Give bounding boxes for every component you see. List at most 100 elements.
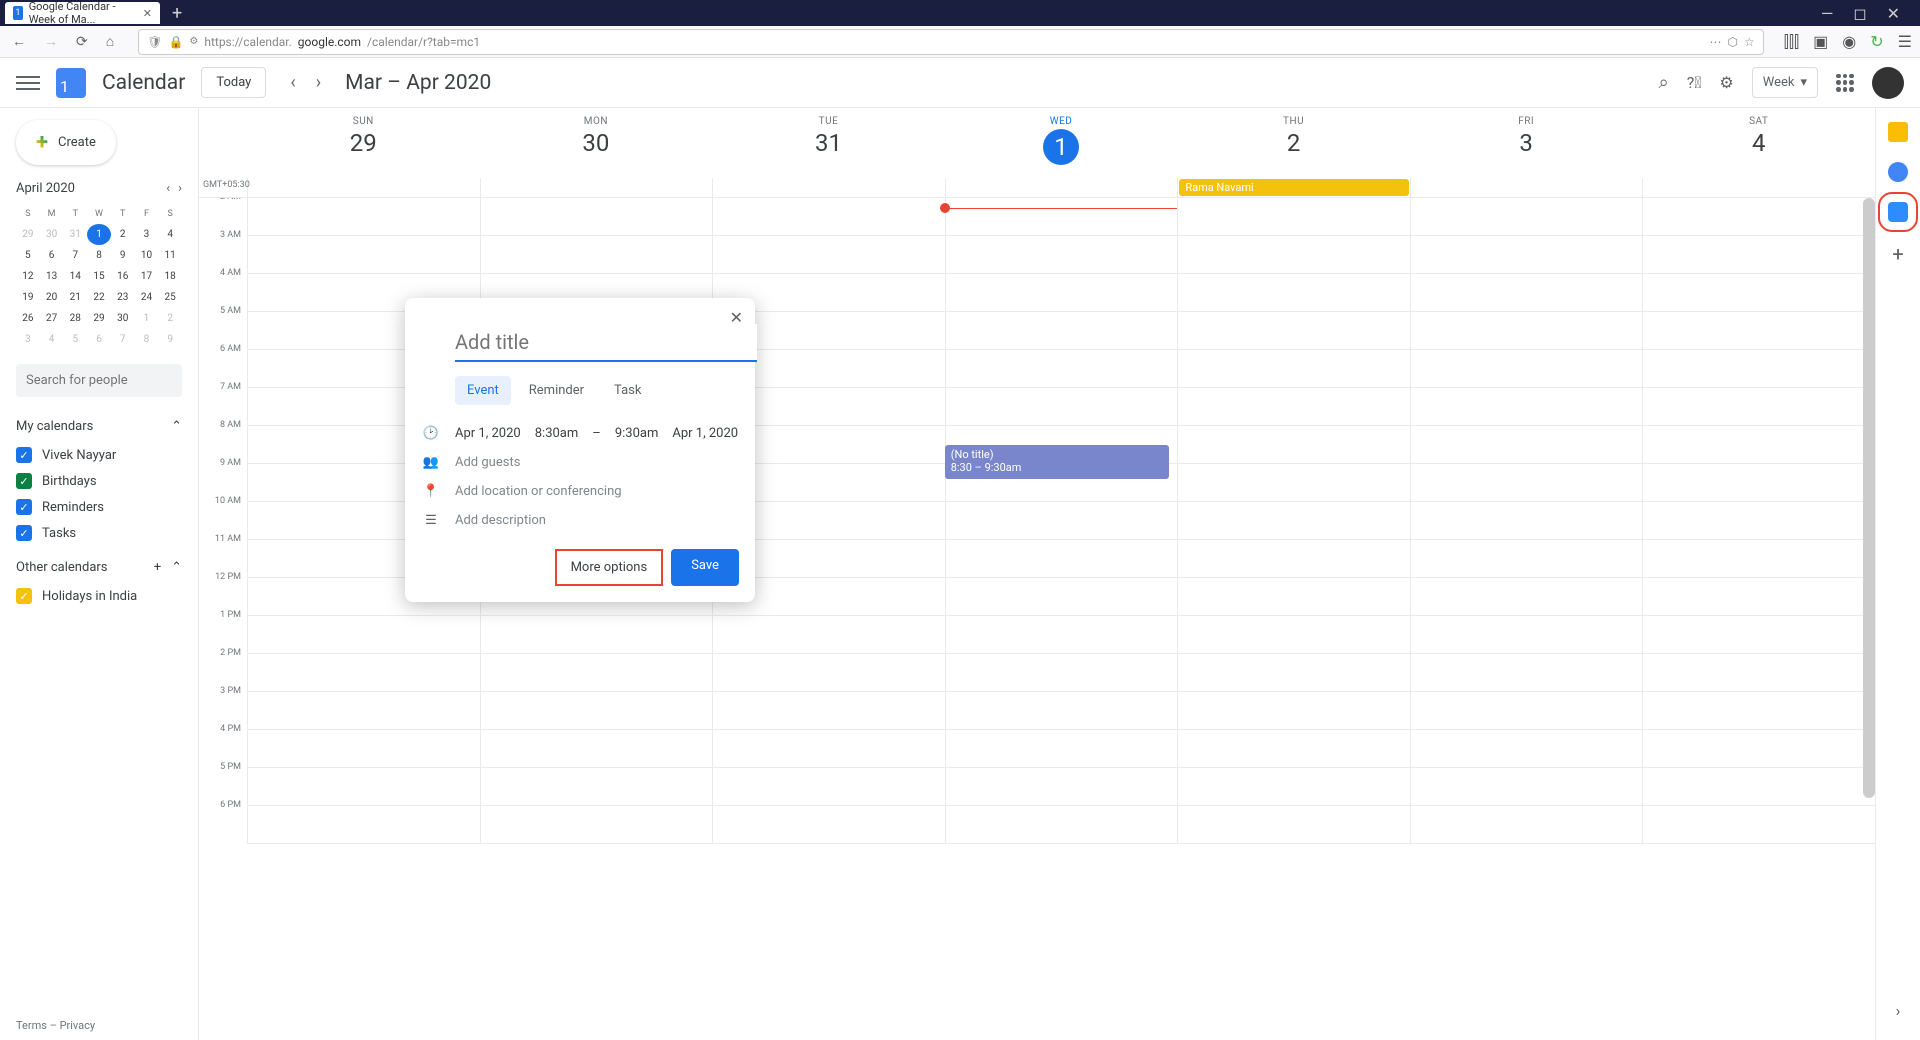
scrollbar[interactable]: [1863, 198, 1875, 798]
mini-cal-day[interactable]: 13: [40, 266, 64, 287]
mini-cal-day[interactable]: 20: [40, 287, 64, 308]
checkbox-icon[interactable]: ✓: [16, 525, 32, 541]
day-header[interactable]: TUE31: [712, 108, 945, 178]
url-bar[interactable]: 🛡 🔒 ⚙ https://calendar.google.com/calend…: [138, 29, 1764, 55]
apps-grid-icon[interactable]: [1836, 74, 1854, 92]
day-column[interactable]: [1642, 198, 1875, 844]
close-icon[interactable]: ✕: [143, 7, 152, 20]
menu-icon[interactable]: ☰: [1898, 32, 1912, 51]
keep-icon[interactable]: [1888, 122, 1908, 142]
mini-cal-day[interactable]: 11: [158, 245, 182, 266]
mini-cal-day[interactable]: 2: [158, 308, 182, 329]
day-header[interactable]: WED1: [945, 108, 1178, 178]
mini-cal-day[interactable]: 6: [40, 245, 64, 266]
avatar[interactable]: [1872, 67, 1904, 99]
day-column[interactable]: [1410, 198, 1643, 844]
tab-reminder[interactable]: Reminder: [517, 376, 596, 405]
more-icon[interactable]: ⋯: [1710, 35, 1722, 49]
mini-cal-day[interactable]: 12: [16, 266, 40, 287]
day-header[interactable]: THU2: [1177, 108, 1410, 178]
tab-event[interactable]: Event: [455, 376, 511, 405]
allday-cell[interactable]: [247, 178, 480, 197]
event-start-time[interactable]: 8:30am: [535, 426, 579, 441]
mini-cal-day[interactable]: 18: [158, 266, 182, 287]
mini-cal-day[interactable]: 5: [63, 329, 87, 350]
account-icon[interactable]: ◉: [1842, 32, 1856, 51]
checkbox-icon[interactable]: ✓: [16, 473, 32, 489]
mini-cal-next[interactable]: ›: [178, 181, 182, 196]
help-icon[interactable]: ?⃝: [1687, 73, 1702, 92]
zoom-addon-icon[interactable]: [1888, 202, 1908, 222]
forward-button[interactable]: →: [40, 31, 62, 52]
bookmark-icon[interactable]: ☆: [1744, 35, 1755, 49]
day-header[interactable]: FRI3: [1410, 108, 1643, 178]
mini-cal-day[interactable]: 16: [111, 266, 135, 287]
add-location[interactable]: Add location or conferencing: [455, 484, 622, 499]
checkbox-icon[interactable]: ✓: [16, 499, 32, 515]
search-people-input[interactable]: [16, 364, 182, 397]
settings-icon[interactable]: ⚙: [1719, 73, 1733, 92]
back-button[interactable]: ←: [8, 31, 30, 52]
day-header[interactable]: MON30: [480, 108, 713, 178]
add-calendar-button[interactable]: +: [154, 560, 161, 575]
tasks-icon[interactable]: [1888, 162, 1908, 182]
close-window-icon[interactable]: ✕: [1887, 4, 1900, 23]
mini-cal-day[interactable]: 9: [111, 245, 135, 266]
mini-cal-day[interactable]: 10: [135, 245, 159, 266]
checkbox-icon[interactable]: ✓: [16, 588, 32, 604]
mini-cal-day[interactable]: 25: [158, 287, 182, 308]
calendar-item[interactable]: ✓Holidays in India: [16, 583, 182, 609]
mini-cal-day[interactable]: 28: [63, 308, 87, 329]
event-block[interactable]: (No title)8:30 – 9:30am: [945, 445, 1170, 479]
calendar-item[interactable]: ✓Tasks: [16, 520, 182, 546]
save-button[interactable]: Save: [671, 549, 739, 586]
mini-calendar[interactable]: SMTWTFS293031123456789101112131415161718…: [16, 204, 182, 350]
add-description[interactable]: Add description: [455, 513, 546, 528]
allday-cell[interactable]: [945, 178, 1178, 197]
day-column[interactable]: [1177, 198, 1410, 844]
calendar-item[interactable]: ✓Reminders: [16, 494, 182, 520]
other-calendars-header[interactable]: Other calendars + ⌃: [16, 552, 182, 583]
mini-cal-day[interactable]: 30: [111, 308, 135, 329]
mini-cal-day[interactable]: 1: [135, 308, 159, 329]
mini-cal-day[interactable]: 7: [63, 245, 87, 266]
mini-cal-prev[interactable]: ‹: [166, 181, 170, 196]
home-button[interactable]: ⌂: [102, 31, 118, 52]
day-column[interactable]: [945, 198, 1178, 844]
extension-icon[interactable]: ↻: [1870, 32, 1883, 51]
mini-cal-day[interactable]: 29: [87, 308, 111, 329]
allday-event[interactable]: Rama Navami: [1179, 179, 1409, 196]
allday-cell[interactable]: [1410, 178, 1643, 197]
mini-cal-day[interactable]: 1: [87, 224, 111, 245]
mini-cal-day[interactable]: 17: [135, 266, 159, 287]
mini-cal-day[interactable]: 15: [87, 266, 111, 287]
search-icon[interactable]: ⌕: [1659, 72, 1669, 93]
mini-cal-day[interactable]: 27: [40, 308, 64, 329]
sidebar-toggle-icon[interactable]: ▣: [1813, 32, 1828, 51]
mini-cal-day[interactable]: 8: [87, 245, 111, 266]
mini-cal-day[interactable]: 8: [135, 329, 159, 350]
mini-cal-day[interactable]: 19: [16, 287, 40, 308]
mini-cal-day[interactable]: 22: [87, 287, 111, 308]
day-header[interactable]: SUN29: [247, 108, 480, 178]
reader-icon[interactable]: ⬡: [1728, 35, 1738, 49]
mini-cal-day[interactable]: 24: [135, 287, 159, 308]
add-addon-button[interactable]: +: [1888, 242, 1908, 262]
reload-button[interactable]: ⟳: [72, 32, 92, 52]
view-selector[interactable]: Week ▾: [1752, 67, 1818, 98]
mini-cal-day[interactable]: 3: [135, 224, 159, 245]
minimize-icon[interactable]: —: [1821, 4, 1834, 23]
mini-cal-day[interactable]: 2: [111, 224, 135, 245]
library-icon[interactable]: ⫿⫿⫿: [1784, 32, 1799, 52]
mini-cal-day[interactable]: 6: [87, 329, 111, 350]
mini-cal-day[interactable]: 21: [63, 287, 87, 308]
mini-cal-day[interactable]: 3: [16, 329, 40, 350]
browser-tab[interactable]: 1 Google Calendar - Week of Ma... ✕: [5, 2, 160, 24]
mini-cal-day[interactable]: 4: [40, 329, 64, 350]
event-end-date[interactable]: Apr 1, 2020: [672, 426, 738, 441]
create-button[interactable]: + Create: [16, 120, 116, 165]
today-button[interactable]: Today: [201, 67, 266, 98]
collapse-panel-button[interactable]: ›: [1896, 1001, 1901, 1020]
more-options-button[interactable]: More options: [555, 549, 664, 586]
permissions-icon[interactable]: ⚙: [189, 36, 198, 47]
